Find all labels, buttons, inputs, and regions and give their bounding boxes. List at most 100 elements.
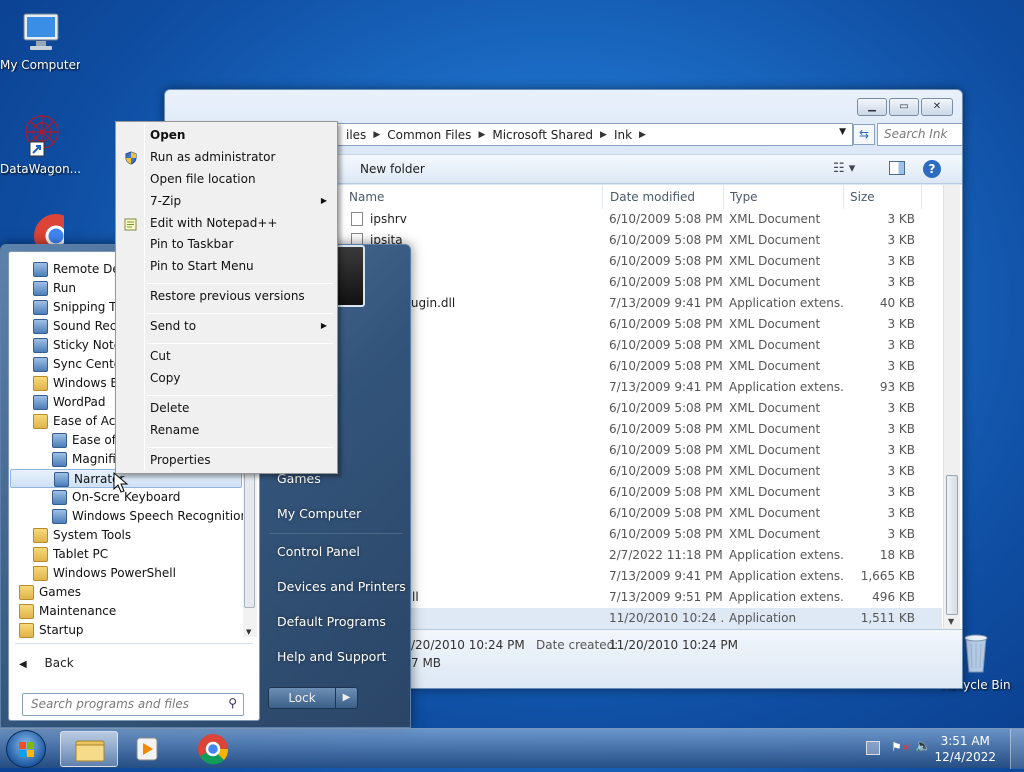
chevron-down-icon[interactable]: ▼ (839, 127, 846, 137)
context-menu-separator (147, 313, 333, 314)
file-type: XML Document (729, 464, 821, 478)
vertical-scrollbar[interactable]: ▼ (943, 185, 960, 629)
address-bar[interactable]: iles ▶ Common Files ▶ Microsoft Shared ▶… (337, 123, 853, 146)
context-menu-item[interactable]: Run as administrator (118, 146, 335, 168)
column-header-size[interactable]: Size (844, 185, 922, 209)
breadcrumb-item[interactable]: iles (342, 128, 370, 142)
new-folder-button[interactable]: New folder (360, 162, 425, 176)
datawagon-icon (16, 112, 64, 160)
notepad-plus-icon (124, 216, 138, 231)
chevron-right-icon[interactable]: ▶ (597, 130, 610, 140)
start-search-input[interactable]: Search programs and files ⚲ (22, 693, 244, 716)
chevron-right-icon[interactable]: ▶ (475, 130, 488, 140)
file-type: XML Document (729, 422, 821, 436)
minimize-button[interactable]: ▁ (857, 98, 887, 116)
clock-date: 12/4/2022 (934, 750, 996, 764)
taskbar: ⚑✕ 🔈 3:51 AM 12/4/2022 (0, 728, 1024, 769)
program-item[interactable]: Windows Speech Recognition (9, 507, 248, 526)
context-menu-item[interactable]: Copy (118, 367, 335, 389)
context-menu-item[interactable]: Delete (118, 397, 335, 419)
chevron-down-icon[interactable]: ▼ (246, 628, 251, 636)
back-button[interactable]: ◀ Back (19, 656, 74, 670)
search-icon[interactable]: ⚲ (228, 696, 237, 710)
refresh-button[interactable]: ⇆ (853, 124, 875, 145)
context-menu-item[interactable]: Properties (118, 449, 335, 471)
context-menu-label: Send to (150, 319, 197, 333)
column-header-date[interactable]: Date modified (604, 185, 724, 209)
context-menu-separator (147, 343, 333, 344)
program-label: Games (39, 585, 81, 599)
file-date-modified: 6/10/2009 5:08 PM (609, 401, 723, 415)
file-type: XML Document (729, 443, 821, 457)
context-menu-item[interactable]: Send to ▶ (118, 315, 335, 337)
program-item[interactable]: System Tools (9, 526, 245, 545)
program-item[interactable]: Games (9, 583, 245, 602)
context-menu-item[interactable]: Open (118, 124, 335, 146)
start-link-devices-printers[interactable]: Devices and Printers (277, 579, 406, 594)
show-desktop-button[interactable] (1010, 729, 1024, 769)
file-size: 3 KB (887, 485, 915, 499)
context-menu-item[interactable]: Rename (118, 419, 335, 441)
program-label: Startup (39, 623, 84, 637)
program-item[interactable]: Maintenance (9, 602, 245, 621)
context-menu-item[interactable]: Cut (118, 345, 335, 367)
file-size: 3 KB (887, 338, 915, 352)
file-type: Application extens... (729, 569, 844, 583)
view-options-icon[interactable]: ☷ ▾ (833, 161, 855, 176)
start-button[interactable] (6, 730, 46, 768)
file-date-modified: 6/10/2009 5:08 PM (609, 233, 723, 247)
program-label: Sound Reco (53, 319, 124, 333)
taskbar-chrome-button[interactable] (184, 731, 242, 767)
context-menu-item[interactable]: Pin to Taskbar (118, 233, 335, 255)
search-input[interactable]: Search Ink ⚲ (877, 123, 962, 146)
context-menu-item[interactable]: 7-Zip ▶ (118, 190, 335, 212)
start-link-default-programs[interactable]: Default Programs (277, 614, 386, 629)
program-item[interactable]: Windows PowerShell (9, 564, 245, 583)
column-header-type[interactable]: Type (724, 185, 844, 209)
file-type: Application extens... (729, 380, 844, 394)
tray-network-icon[interactable] (866, 741, 880, 755)
program-item[interactable]: Tablet PC (9, 545, 245, 564)
folder-icon (33, 376, 48, 391)
column-header-name[interactable]: Name (343, 185, 603, 209)
tray-action-center-icon[interactable]: ⚑✕ (891, 740, 910, 754)
program-item[interactable]: Startup (9, 621, 245, 640)
taskbar-media-player-button[interactable] (118, 731, 176, 767)
maximize-button[interactable]: ▭ (889, 98, 919, 116)
folder-icon (33, 566, 48, 581)
breadcrumb-item[interactable]: Common Files (383, 128, 475, 142)
chevron-right-icon[interactable]: ▶ (636, 130, 649, 140)
scroll-thumb[interactable] (946, 475, 958, 615)
lock-button[interactable]: Lock (268, 687, 336, 709)
shutdown-options-arrow-icon[interactable]: ▶ (336, 687, 358, 709)
breadcrumb-item[interactable]: Microsoft Shared (488, 128, 597, 142)
file-date-modified: 7/13/2009 9:41 PM (609, 296, 723, 310)
preview-pane-icon[interactable] (889, 161, 905, 175)
help-icon[interactable]: ? (923, 160, 941, 178)
clock[interactable]: 3:51 AM 12/4/2022 (934, 733, 996, 765)
context-menu-item[interactable]: Open file location (118, 168, 335, 190)
desktop-icon-my-computer[interactable]: My Computer (0, 8, 80, 72)
close-button[interactable]: ✕ (921, 98, 953, 116)
file-size: 496 KB (872, 590, 915, 604)
desktop-icon-datawagon[interactable]: DataWagon... (0, 112, 80, 176)
breadcrumb-item[interactable]: Ink (610, 128, 636, 142)
tray-volume-icon[interactable]: 🔈 (915, 739, 931, 754)
file-date-modified: 7/13/2009 9:51 PM (609, 590, 723, 604)
submenu-arrow-icon: ▶ (320, 321, 327, 330)
taskbar-explorer-button[interactable] (60, 731, 118, 767)
context-menu-item[interactable]: Restore previous versions (118, 285, 335, 307)
details-modified: /20/2010 10:24 PM (411, 638, 525, 652)
folder-icon (33, 547, 48, 562)
context-menu-item[interactable]: Pin to Start Menu (118, 255, 335, 277)
start-link-my-computer[interactable]: My Computer (277, 506, 361, 521)
program-label: Ease of Acc (53, 414, 122, 428)
file-date-modified: 7/13/2009 9:41 PM (609, 569, 723, 583)
chevron-down-icon[interactable]: ▼ (948, 617, 954, 626)
remote-desktop-icon (33, 262, 48, 277)
start-link-control-panel[interactable]: Control Panel (277, 544, 360, 559)
file-size: 3 KB (887, 506, 915, 520)
context-menu-item[interactable]: Edit with Notepad++ (118, 212, 335, 234)
chevron-right-icon[interactable]: ▶ (370, 130, 383, 140)
start-link-help-support[interactable]: Help and Support (277, 649, 386, 664)
